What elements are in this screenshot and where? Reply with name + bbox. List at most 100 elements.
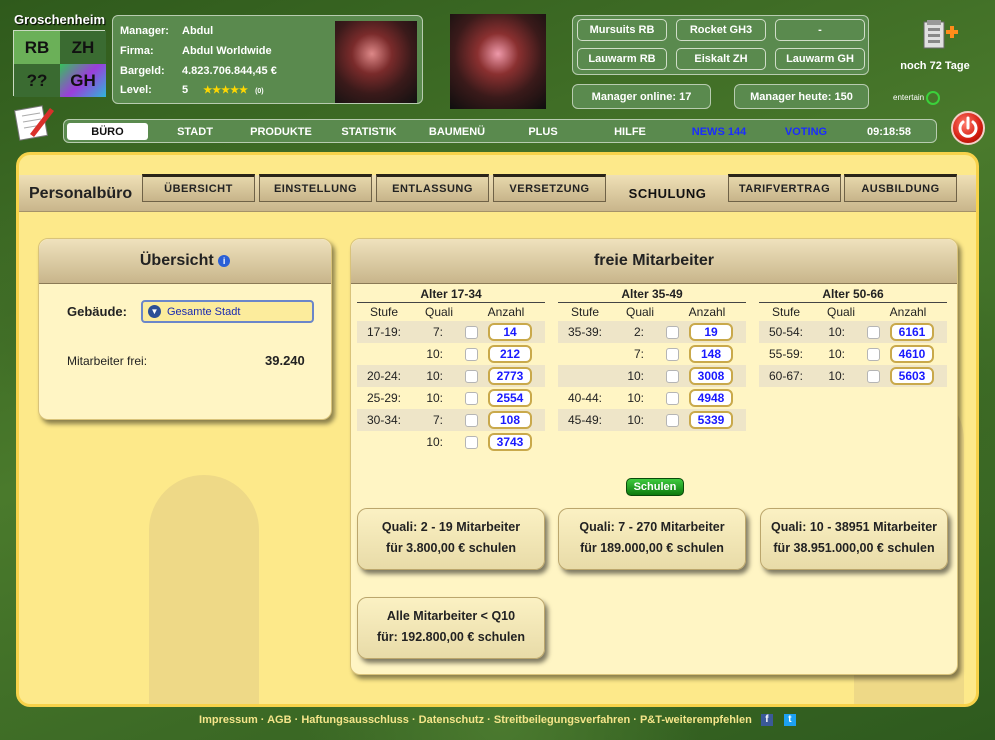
column-header: Stufe [570,305,600,319]
anzahl-value: 148 [689,345,733,363]
clock: 09:18:58 [866,125,912,138]
select-checkbox[interactable] [666,347,679,361]
manager-online-label: Manager online: [591,90,677,103]
facebook-icon[interactable]: f [760,714,773,727]
tab-tarifvertrag[interactable]: TARIFVERTRAG [728,174,841,202]
stufe-cell: 40-44: [567,391,603,405]
power-icon[interactable] [951,111,985,145]
team-button[interactable]: Lauwarm GH [775,48,865,70]
column-headers: Stufe Quali Anzahl [759,303,947,321]
nav-buero[interactable]: BÜRO [67,123,148,140]
manager-today: Manager heute: 150 [734,84,869,109]
quali-cell: 10: [426,369,443,383]
team-button[interactable]: Rocket GH3 [676,19,766,41]
twitter-icon[interactable]: t [783,714,796,727]
quali-cell: 10: [627,413,644,427]
gift-icon[interactable] [922,18,958,52]
train-option-button[interactable]: Quali: 2 - 19 Mitarbeiter für 3.800,00 € … [357,508,545,570]
quali-cell: 10: [426,391,443,405]
select-checkbox[interactable] [666,325,679,339]
tab-entlassung[interactable]: ENTLASSUNG [376,174,489,202]
train-option-line1: Alle Mitarbeiter < Q10 [386,609,516,623]
select-checkbox[interactable] [867,325,880,339]
district-gh[interactable]: GH [60,64,106,97]
nav-news[interactable]: NEWS 144 [684,123,754,140]
train-option-button[interactable]: Quali: 7 - 270 Mitarbeiter für 189.000,00… [558,508,746,570]
anzahl-value: 2773 [488,367,532,385]
team-button[interactable]: Mursuits RB [577,19,667,41]
stufe-cell: 50-54: [768,325,804,339]
manager-name: Abdul [182,25,214,37]
train-all-button[interactable]: Alle Mitarbeiter < Q10 für: 192.800,00 € … [357,597,545,659]
column-header: Anzahl [889,305,927,319]
team-button[interactable]: Eiskalt ZH [676,48,766,70]
manager-today-count: 150 [834,90,853,103]
train-option-line2: für: 192.800,00 € schulen [377,630,525,644]
select-checkbox[interactable] [666,413,679,427]
manager-today-label: Manager heute: [750,90,832,103]
info-icon[interactable]: i [218,255,231,267]
manager-avatar[interactable] [335,21,417,103]
anzahl-value: 2554 [488,389,532,407]
schulen-button[interactable]: Schulen [626,478,684,496]
gebaeude-select[interactable]: ▼ Gesamte Stadt [141,300,314,323]
column-header: Anzahl [688,305,726,319]
tab-einstellung[interactable]: EINSTELLUNG [259,174,372,202]
select-checkbox[interactable] [666,369,679,383]
nav-baumenue[interactable]: BAUMENÜ [422,123,492,140]
table-row: 10: 3743 [357,431,545,453]
character-portrait[interactable] [450,14,546,109]
mitarbeiter-frei-value: 39.240 [265,353,305,368]
entertain-logo[interactable]: entertain [893,91,941,105]
firma-label: Firma: [120,45,154,57]
anzahl-value: 3008 [689,367,733,385]
uebersicht-header: Übersicht i [39,239,331,284]
gebaeude-select-value: Gesamte Stadt [167,305,241,318]
tab-ausbildung[interactable]: AUSBILDUNG [844,174,957,202]
quali-cell: 10: [828,325,845,339]
tab-schulung[interactable]: SCHULUNG [611,179,724,207]
select-checkbox[interactable] [867,347,880,361]
footer-links[interactable]: Impressum · AGB · Haftungsausschluss · D… [199,714,752,726]
quali-cell: 10: [828,369,845,383]
notepad-icon[interactable] [14,102,56,142]
manager-online-count: 17 [679,90,692,103]
quali-cell: 10: [426,435,443,449]
background-silhouette [149,475,259,704]
select-checkbox[interactable] [465,325,478,339]
nav-voting[interactable]: VOTING [776,123,836,140]
train-option-line2: für 189.000,00 € schulen [580,541,724,555]
select-checkbox[interactable] [465,413,478,427]
nav-hilfe[interactable]: HILFE [604,123,656,140]
district-zh[interactable]: ZH [60,31,106,64]
nav-stadt[interactable]: STADT [164,123,226,140]
nav-produkte[interactable]: PRODUKTE [244,123,318,140]
table-row: 60-67: 10: 5603 [759,365,947,387]
select-checkbox[interactable] [465,391,478,405]
quali-cell: 7: [432,325,443,339]
tab-uebersicht[interactable]: ÜBERSICHT [142,174,255,202]
table-row: 50-54: 10: 6161 [759,321,947,343]
select-checkbox[interactable] [465,347,478,361]
select-checkbox[interactable] [465,369,478,383]
nav-plus[interactable]: PLUS [520,123,566,140]
district-unknown[interactable]: ?? [14,64,60,97]
age-group-title: Alter 50-66 [759,287,947,303]
select-checkbox[interactable] [465,435,478,449]
gebaeude-label: Gebäude: [67,304,127,319]
city-district-map[interactable]: RB ZH ?? GH [13,30,106,97]
team-button[interactable]: Lauwarm RB [577,48,667,70]
quali-cell: 10: [627,369,644,383]
uebersicht-title: Übersicht [139,252,214,269]
select-checkbox[interactable] [867,369,880,383]
district-rb[interactable]: RB [14,31,60,64]
select-checkbox[interactable] [666,391,679,405]
age-group-title: Alter 17-34 [357,287,545,303]
freie-mitarbeiter-header: freie Mitarbeiter [351,239,957,284]
nav-statistik[interactable]: STATISTIK [336,123,402,140]
tab-versetzung[interactable]: VERSETZUNG [493,174,606,202]
level-value: 5 [182,84,189,96]
train-option-button[interactable]: Quali: 10 - 38951 Mitarbeiter für 38.951.… [760,508,948,570]
mitarbeiter-frei-label: Mitarbeiter frei: [67,354,148,368]
team-button[interactable]: - [775,19,865,41]
